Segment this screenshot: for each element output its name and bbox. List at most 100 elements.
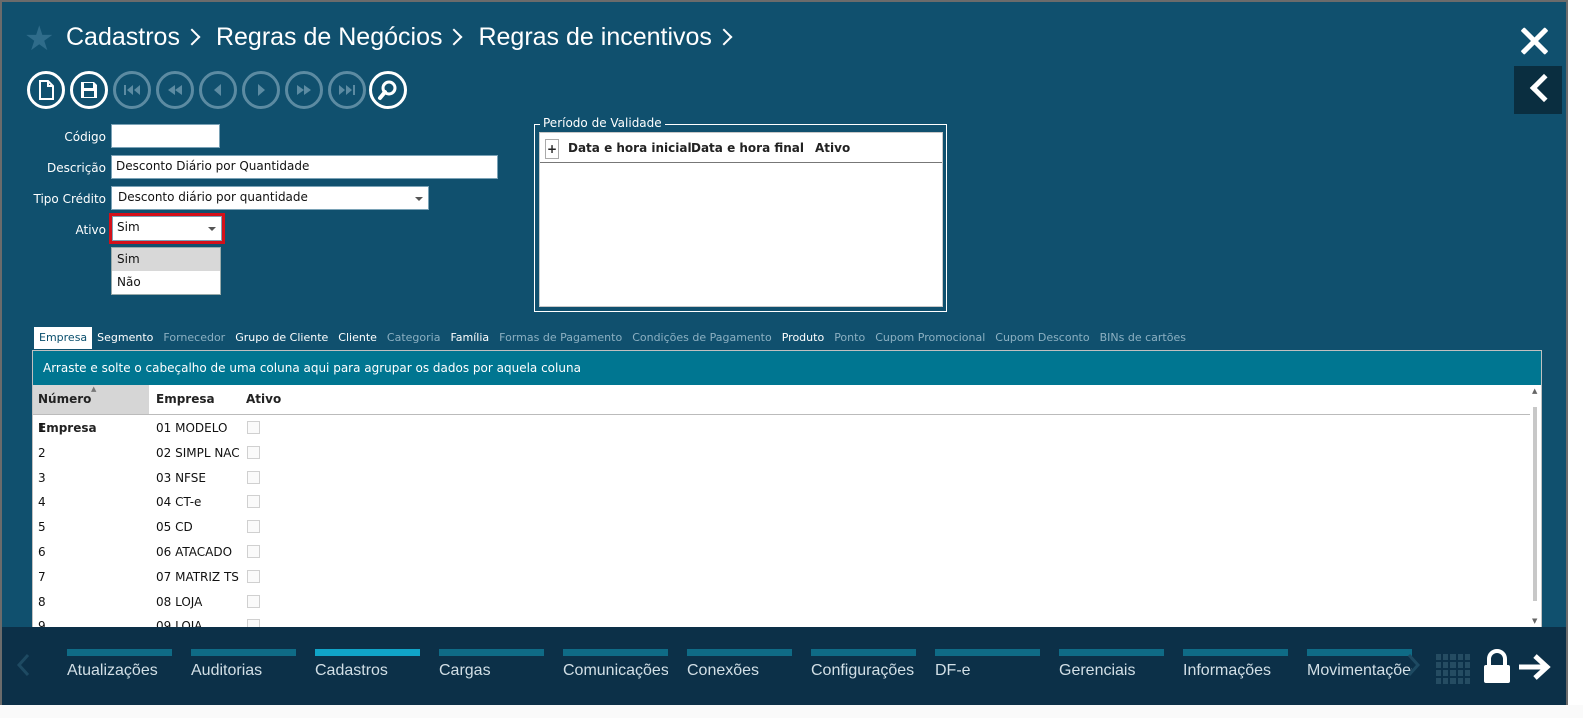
numero-empresa-cell: 2 (38, 445, 46, 460)
tab-formas-de-pagamento[interactable]: Formas de Pagamento (494, 327, 627, 349)
save-button[interactable] (70, 71, 108, 109)
tab-cliente[interactable]: Cliente (333, 327, 382, 349)
codigo-label: Código (64, 130, 106, 144)
table-row[interactable]: 4 04 CT-e (33, 489, 1530, 514)
empresa-cell: 02 SIMPL NAC (156, 445, 240, 460)
nav-item-bar (1059, 649, 1164, 656)
vertical-scrollbar[interactable]: ▲ ▼ (1530, 385, 1541, 629)
scroll-up-icon[interactable]: ▲ (1532, 387, 1537, 395)
scroll-down-icon[interactable]: ▼ (1532, 617, 1537, 625)
table-row[interactable]: 5 05 CD (33, 514, 1530, 539)
ativo-checkbox[interactable] (247, 520, 260, 534)
ativo-checkbox[interactable] (247, 421, 260, 434)
nav-item-bar (1183, 649, 1288, 656)
nav-item-cargas[interactable]: Cargas (439, 649, 544, 680)
tab-condicoes-de-pagamento[interactable]: Condições de Pagamento (627, 327, 777, 349)
table-row[interactable]: 1 01 MODELO (33, 415, 1530, 440)
table-row[interactable]: 3 03 NFSE (33, 465, 1530, 490)
next-record-button[interactable] (242, 71, 280, 109)
search-button[interactable] (369, 71, 407, 109)
table-row[interactable]: 6 06 ATACADO (33, 539, 1530, 564)
breadcrumb-item[interactable]: Cadastros (66, 23, 180, 52)
dropdown-option-nao[interactable]: Não (112, 271, 220, 294)
nav-item-informacoes[interactable]: Informações (1183, 649, 1288, 680)
nav-item-df-e[interactable]: DF-e (935, 649, 1040, 680)
fast-forward-button[interactable] (285, 71, 323, 109)
logout-arrow-icon[interactable] (1517, 653, 1551, 681)
tab-familia[interactable]: Família (445, 327, 494, 349)
nav-item-gerenciais[interactable]: Gerenciais (1059, 649, 1164, 680)
nav-item-label: Gerenciais (1059, 662, 1136, 679)
numero-empresa-cell: 1 (38, 421, 46, 435)
table-row[interactable]: 7 07 MATRIZ TS (33, 564, 1530, 589)
nav-item-atualizacoes[interactable]: Atualizações (67, 649, 172, 680)
close-icon[interactable] (1519, 26, 1549, 56)
breadcrumb-item[interactable]: Regras de incentivos (478, 23, 711, 52)
tab-grupo-de-cliente[interactable]: Grupo de Cliente (230, 327, 333, 349)
descricao-field[interactable]: Desconto Diário por Quantidade (111, 155, 498, 179)
lock-icon[interactable] (1481, 649, 1513, 685)
scrollbar-thumb[interactable] (1533, 407, 1537, 601)
nav-item-label: Auditorias (191, 662, 263, 679)
ativo-checkbox[interactable] (247, 545, 260, 558)
apps-grid-icon[interactable] (1436, 654, 1470, 684)
table-row[interactable]: 2 02 SIMPL NAC (33, 440, 1530, 465)
breadcrumb-item[interactable]: Regras de Negócios (216, 23, 443, 52)
rewind-icon (168, 85, 182, 95)
nav-item-label: Configurações (811, 662, 915, 679)
tab-produto[interactable]: Produto (777, 327, 829, 349)
favorite-star-icon[interactable]: ★ (24, 22, 54, 56)
nav-item-configuracoes[interactable]: Configurações (811, 649, 916, 680)
tab-ponto[interactable]: Ponto (829, 327, 870, 349)
numero-empresa-cell: 5 (38, 520, 46, 535)
breadcrumb: Cadastros Regras de Negócios Regras de i… (66, 20, 740, 54)
column-header-ativo[interactable]: Ativo (246, 385, 281, 414)
tab-bins-de-cartoes[interactable]: BINs de cartões (1095, 327, 1191, 349)
new-document-button[interactable] (27, 71, 65, 109)
numero-empresa-cell: 7 (38, 569, 46, 584)
ativo-checkbox[interactable] (247, 569, 260, 583)
tab-empresa[interactable]: Empresa (34, 327, 93, 349)
nav-scroll-right-icon[interactable] (1407, 653, 1421, 677)
ativo-checkbox[interactable] (247, 495, 260, 509)
collapse-panel-button[interactable] (1514, 66, 1562, 114)
numero-empresa-cell: 6 (38, 545, 46, 559)
codigo-field[interactable] (111, 124, 220, 148)
column-header-numero-empresa[interactable]: ▲ Número Empresa (33, 385, 149, 435)
tab-segmento[interactable]: Segmento (92, 327, 158, 349)
previous-record-button[interactable] (199, 71, 237, 109)
column-header-ativo[interactable]: Ativo (815, 141, 850, 155)
sort-ascending-icon: ▲ (91, 385, 97, 393)
rewind-button[interactable] (156, 71, 194, 109)
table-row[interactable]: 8 08 LOJA (33, 589, 1530, 614)
tab-fornecedor[interactable]: Fornecedor (158, 327, 230, 349)
ativo-checkbox[interactable] (247, 470, 260, 484)
first-record-button[interactable] (113, 71, 151, 109)
bottom-navigation: Atualizações Auditorias Cadastros Cargas Com… (2, 627, 1566, 710)
nav-item-comunicacoes[interactable]: Comunicações (563, 649, 668, 680)
column-header-data-final[interactable]: Data e hora final (691, 141, 804, 155)
nav-item-movimentacoes[interactable]: Movimentações (1307, 649, 1412, 680)
dropdown-option-sim[interactable]: Sim (112, 248, 220, 271)
nav-item-bar (439, 649, 544, 656)
add-row-button[interactable]: + (545, 139, 559, 159)
tab-cupom-desconto[interactable]: Cupom Desconto (990, 327, 1094, 349)
tipo-credito-select[interactable]: Desconto diário por quantidade (111, 186, 429, 210)
nav-item-cadastros[interactable]: Cadastros (315, 649, 420, 680)
last-record-button[interactable] (328, 71, 366, 109)
tab-categoria[interactable]: Categoria (382, 327, 446, 349)
tab-cupom-promocional[interactable]: Cupom Promocional (870, 327, 990, 349)
nav-item-label: Informações (1183, 662, 1272, 679)
nav-item-bar (1307, 649, 1412, 656)
ativo-checkbox[interactable] (247, 594, 260, 608)
column-header-empresa[interactable]: Empresa (156, 385, 215, 414)
group-by-drop-zone[interactable]: Arraste e solte o cabeçalho de uma colun… (33, 351, 1541, 385)
ativo-checkbox[interactable] (247, 445, 260, 459)
nav-item-conexoes[interactable]: Conexões (687, 649, 792, 680)
ativo-select[interactable]: Sim (112, 216, 222, 241)
column-header-data-inicial[interactable]: Data e hora inicial (568, 141, 692, 155)
empresa-grid: Arraste e solte o cabeçalho de uma colun… (32, 350, 1542, 633)
nav-scroll-left-icon[interactable] (16, 653, 30, 677)
nav-item-auditorias[interactable]: Auditorias (191, 649, 296, 680)
numero-empresa-cell: 3 (38, 470, 46, 485)
